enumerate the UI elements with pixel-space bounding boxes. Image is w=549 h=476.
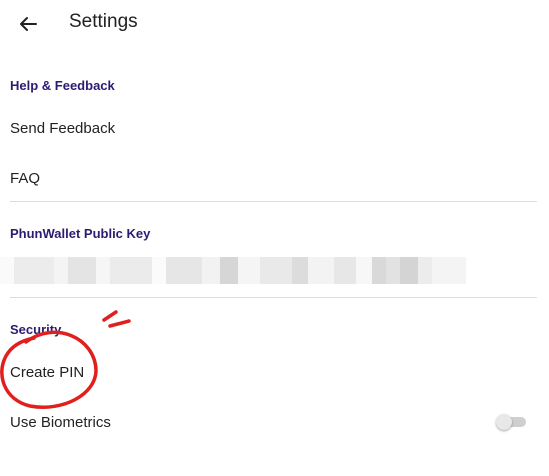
blur-cell <box>68 257 96 284</box>
blur-cell <box>0 257 14 284</box>
create-pin-item[interactable]: Create PIN <box>10 364 84 381</box>
section-header-help-feedback: Help & Feedback <box>10 78 115 93</box>
blur-cell <box>432 257 466 284</box>
blur-cell <box>372 257 386 284</box>
blur-cell <box>418 257 432 284</box>
red-circle-annotation <box>0 310 131 409</box>
blur-cell <box>14 257 54 284</box>
blur-cell <box>202 257 220 284</box>
blur-cell <box>386 257 400 284</box>
blur-cell <box>166 257 202 284</box>
page-title: Settings <box>69 11 138 32</box>
toggle-thumb <box>496 414 512 430</box>
blur-cell <box>356 257 372 284</box>
divider <box>10 297 537 298</box>
send-feedback-item[interactable]: Send Feedback <box>10 120 115 137</box>
blur-cell <box>110 257 152 284</box>
app-bar: Settings <box>0 0 549 48</box>
blur-cell <box>334 257 356 284</box>
faq-item[interactable]: FAQ <box>10 170 40 187</box>
blur-cell <box>54 257 68 284</box>
biometrics-toggle[interactable] <box>496 413 528 431</box>
section-header-public-key: PhunWallet Public Key <box>10 226 151 241</box>
arrow-left-icon <box>20 17 37 31</box>
divider <box>10 201 537 202</box>
back-button[interactable] <box>14 10 42 38</box>
blur-cell <box>292 257 308 284</box>
blur-cell <box>400 257 418 284</box>
blur-cell <box>308 257 334 284</box>
blur-cell <box>260 257 292 284</box>
public-key-value-blurred[interactable] <box>0 257 466 284</box>
blur-cell <box>220 257 238 284</box>
blur-cell <box>238 257 260 284</box>
blur-cell <box>96 257 110 284</box>
section-header-security: Security <box>10 322 62 337</box>
blur-cell <box>152 257 166 284</box>
use-biometrics-item[interactable]: Use Biometrics <box>10 414 111 431</box>
